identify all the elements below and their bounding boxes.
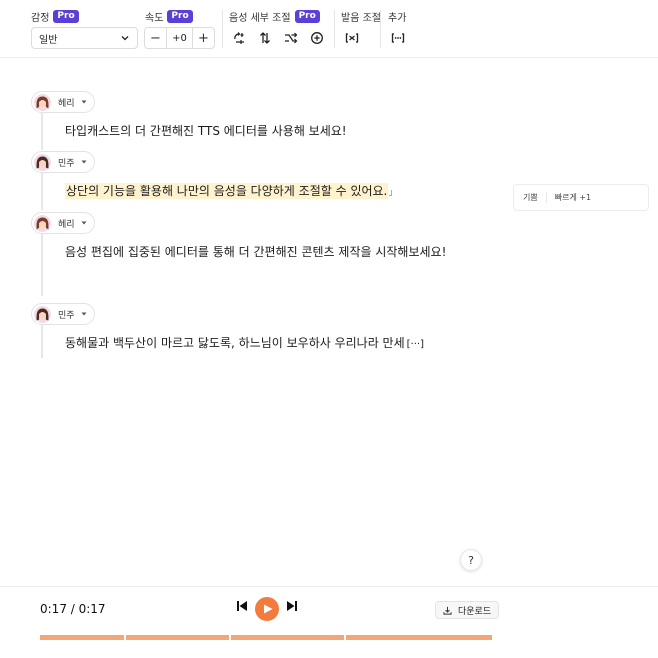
- speaker-name: 헤리: [58, 98, 75, 109]
- script-line-text[interactable]: 타입캐스트의 더 간편해진 TTS 에디터를 사용해 보세요!: [65, 122, 347, 139]
- shuffle-icon[interactable]: [282, 29, 300, 47]
- divider: [334, 10, 335, 48]
- line-settings-tags[interactable]: 기쁨 빠르게 +1: [513, 184, 649, 211]
- more-label: 추가: [388, 12, 407, 24]
- add-circle-icon[interactable]: [308, 29, 326, 47]
- line-connector: [41, 173, 43, 210]
- skip-next-icon: [287, 601, 297, 611]
- speed-tag: 빠르게 +1: [545, 192, 591, 203]
- speed-stepper: − +0 +: [144, 27, 215, 49]
- script-line-text[interactable]: 동해물과 백두산이 마르고 닳도록, 하느님이 보우하사 우리나라 만세 [···…: [65, 334, 424, 351]
- caret-down-icon: [81, 221, 87, 225]
- speed-label: 속도: [145, 12, 164, 24]
- download-button[interactable]: 다운로드: [435, 601, 500, 619]
- speaker-name: 민주: [58, 310, 75, 321]
- divider: [380, 10, 381, 48]
- voice-detail-group: 음성 세부 조절 Pro: [229, 9, 320, 24]
- pronunciation-label: 발음 조절: [341, 12, 381, 24]
- speaker-selector[interactable]: 민주: [31, 303, 95, 325]
- pro-badge: Pro: [294, 9, 320, 23]
- pronunciation-group: 발음 조절: [341, 9, 381, 24]
- speed-value: +0: [166, 28, 193, 48]
- line-connector: [41, 234, 43, 296]
- pitch-adjust-icon[interactable]: [231, 29, 249, 47]
- speed-increase-button[interactable]: +: [193, 28, 214, 48]
- pronunciation-bracket-icon[interactable]: [343, 29, 361, 47]
- progress-segment: [231, 635, 344, 640]
- more-group: 추가: [388, 9, 407, 24]
- speed-group: 속도 Pro: [145, 9, 193, 24]
- script-line-content: 동해물과 백두산이 마르고 닳도록, 하느님이 보우하사 우리나라 만세: [65, 336, 405, 350]
- caret-down-icon: [81, 100, 87, 104]
- voice-detail-label: 음성 세부 조절: [229, 12, 291, 24]
- emotion-label: 감정: [31, 12, 50, 24]
- skip-previous-icon: [237, 601, 247, 611]
- ellipsis-bracket-icon[interactable]: [389, 29, 407, 47]
- playback-progress-bar[interactable]: [40, 635, 494, 640]
- avatar: [34, 153, 51, 171]
- divider: [222, 10, 223, 48]
- download-label: 다운로드: [458, 606, 492, 617]
- progress-segment: [346, 635, 492, 640]
- emotion-tag: 기쁨: [523, 193, 538, 202]
- caret-down-icon: [81, 312, 87, 316]
- avatar: [34, 305, 51, 323]
- play-button[interactable]: [255, 597, 279, 621]
- line-connector: [41, 325, 43, 358]
- speaker-name: 헤리: [58, 219, 75, 230]
- progress-segment: [40, 635, 124, 640]
- download-icon: [443, 606, 452, 615]
- avatar: [34, 93, 51, 111]
- script-line-highlighted[interactable]: 상단의 기능을 활용해 나만의 음성을 다양하게 조절할 수 있어요.: [65, 182, 393, 199]
- help-button[interactable]: ?: [460, 549, 482, 571]
- playback-time: 0:17 / 0:17: [40, 602, 106, 616]
- emotion-select[interactable]: 일반: [31, 27, 138, 49]
- avatar: [34, 214, 51, 232]
- caret-down-icon: [81, 160, 87, 164]
- line-connector: [41, 113, 43, 150]
- speaker-selector[interactable]: 헤리: [31, 212, 95, 234]
- pro-badge: Pro: [167, 9, 193, 23]
- chevron-down-icon: [121, 36, 129, 41]
- progress-segment: [126, 635, 229, 640]
- swap-vertical-icon[interactable]: [256, 29, 274, 47]
- speaker-name: 민주: [58, 158, 75, 169]
- speed-decrease-button[interactable]: −: [145, 28, 166, 48]
- skip-next-button[interactable]: [286, 600, 298, 612]
- emotion-select-value: 일반: [39, 34, 58, 46]
- audio-player: 0:17 / 0:17 다운로드: [0, 586, 658, 658]
- more-text-ellipsis[interactable]: [···]: [407, 339, 424, 350]
- text-cursor-icon: [389, 190, 393, 196]
- pro-badge: Pro: [53, 9, 79, 23]
- emotion-group: 감정 Pro: [31, 9, 79, 24]
- highlighted-text: 상단의 기능을 활용해 나만의 음성을 다양하게 조절할 수 있어요.: [65, 183, 389, 199]
- speaker-selector[interactable]: 민주: [31, 151, 95, 173]
- editor-toolbar: 감정 Pro 일반 속도 Pro − +0 + 음성 세부 조절 Pro 발음 …: [0, 0, 658, 58]
- skip-previous-button[interactable]: [236, 600, 248, 612]
- play-icon: [264, 604, 273, 614]
- script-line-text[interactable]: 음성 편집에 집중된 에디터를 통해 더 간편해진 콘텐츠 제작을 시작해보세요…: [65, 243, 446, 260]
- speaker-selector[interactable]: 헤리: [31, 91, 95, 113]
